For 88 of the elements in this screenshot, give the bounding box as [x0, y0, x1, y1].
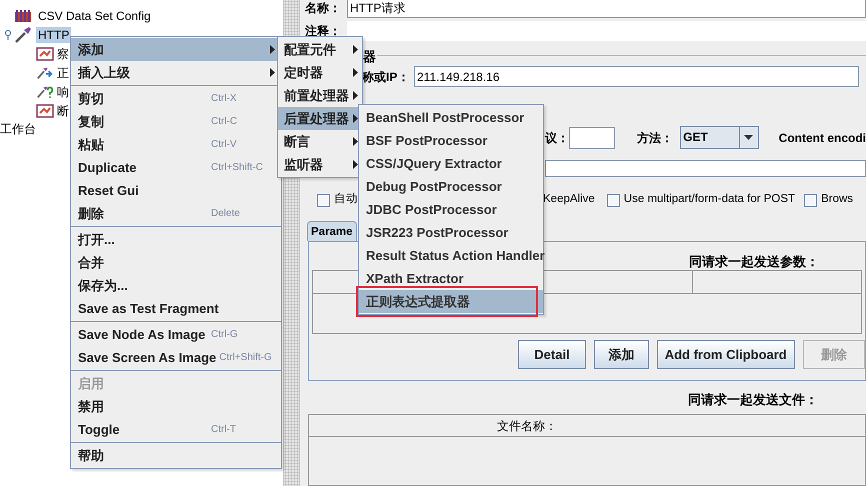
- menu-item[interactable]: Save Screen As Image Ctrl+Shift-G: [71, 346, 281, 369]
- tree-item[interactable]: HTTP: [36, 27, 72, 43]
- method-dropdown[interactable]: GET: [680, 126, 759, 149]
- shortcut-label: Ctrl+Shift-C: [211, 161, 263, 175]
- submenu-arrow-icon: [353, 91, 358, 100]
- checkbox[interactable]: [804, 194, 818, 206]
- name-field[interactable]: HTTP请求: [347, 0, 866, 18]
- button: 删除: [802, 340, 865, 369]
- menu-item[interactable]: 保存为...: [71, 274, 281, 297]
- chart-icon: [36, 104, 54, 118]
- comment-field[interactable]: [347, 21, 866, 41]
- menu-item[interactable]: 粘贴 Ctrl-V: [71, 133, 281, 156]
- menu-item[interactable]: 断言: [278, 130, 362, 153]
- path-field[interactable]: [545, 160, 866, 177]
- menu-item[interactable]: CSS/JQuery Extractor: [359, 152, 543, 175]
- checkbox-label: KeepAlive: [543, 192, 595, 208]
- submenu-arrow-icon: [353, 45, 358, 54]
- menu-item[interactable]: 删除 Delete: [71, 202, 281, 225]
- checkbox-label: 自动: [334, 192, 358, 208]
- menu-item[interactable]: 复制 Ctrl-C: [71, 110, 281, 133]
- expander-icon[interactable]: [3, 30, 13, 40]
- menu-item[interactable]: BeanShell PostProcessor: [359, 106, 543, 129]
- menu-item[interactable]: 定时器: [278, 61, 362, 84]
- shortcut-label: Delete: [211, 207, 240, 221]
- menu-item[interactable]: 正则表达式提取器: [359, 290, 543, 313]
- shortcut-label: Ctrl-T: [211, 423, 236, 437]
- section-title: 同请求一起发送文件：: [688, 392, 818, 407]
- menu-item[interactable]: Toggle Ctrl-T: [71, 418, 281, 441]
- pipette-icon: [14, 26, 32, 44]
- checkbox[interactable]: [606, 194, 620, 206]
- menu-item[interactable]: 禁用: [71, 395, 281, 418]
- field-label: 方法：: [637, 130, 674, 146]
- shortcut-label: Ctrl-X: [211, 92, 237, 106]
- menu-item[interactable]: Reset Gui: [71, 179, 281, 202]
- button[interactable]: 添加: [594, 340, 649, 369]
- submenu-arrow-icon: [270, 68, 275, 77]
- menu-item[interactable]: 打开...: [71, 228, 281, 251]
- field-label: 注释：: [304, 23, 342, 40]
- menu-item: 启用: [77, 374, 105, 393]
- tree-item[interactable]: 工作台: [0, 121, 36, 137]
- button[interactable]: Add from Clipboard: [656, 340, 795, 369]
- menu-item[interactable]: 剪切 Ctrl-X: [71, 87, 281, 110]
- field-label: 名称：: [304, 0, 342, 17]
- submenu-arrow-icon: [353, 137, 358, 146]
- submenu-arrow-icon: [270, 45, 275, 54]
- submenu-arrow-icon: [353, 68, 358, 77]
- host-field[interactable]: 211.149.218.16: [414, 66, 859, 87]
- menu-item[interactable]: 插入上级: [71, 61, 281, 84]
- menu-item[interactable]: 帮助: [71, 444, 281, 467]
- shortcut-label: Ctrl+Shift-G: [219, 351, 272, 365]
- tree-item[interactable]: 察: [56, 46, 70, 62]
- menu-item[interactable]: 合并: [71, 251, 281, 274]
- section-title: 同请求一起发送参数：: [689, 254, 819, 269]
- field-label: 称或IP：: [362, 68, 410, 86]
- submenu-arrow-icon: [353, 114, 358, 123]
- menu-item[interactable]: 前置处理器: [278, 84, 362, 107]
- submenu-arrow-icon: [353, 160, 358, 169]
- menu-item[interactable]: Save Node As Image Ctrl-G: [71, 323, 281, 346]
- menu-item[interactable]: Duplicate Ctrl+Shift-C: [71, 156, 281, 179]
- question-icon: [36, 84, 54, 100]
- menu-item[interactable]: BSF PostProcessor: [359, 129, 543, 152]
- menu-item[interactable]: JSR223 PostProcessor: [359, 221, 543, 244]
- menu-item[interactable]: XPath Extractor: [359, 267, 543, 290]
- button[interactable]: Detail: [518, 340, 586, 369]
- menu-item[interactable]: JDBC PostProcessor: [359, 198, 543, 221]
- menu-item[interactable]: 配置元件: [278, 38, 362, 61]
- shortcut-label: Ctrl-C: [211, 115, 238, 129]
- menu-item[interactable]: 监听器: [278, 153, 362, 176]
- bars-icon: [14, 8, 32, 24]
- tab[interactable]: Parame: [307, 221, 357, 241]
- field-label: Content encodi: [778, 130, 866, 146]
- checkbox-label: Brows: [821, 192, 854, 208]
- tree-item[interactable]: 响: [56, 84, 70, 100]
- menu-item[interactable]: Save as Test Fragment: [71, 297, 281, 320]
- checkbox-label: Use multipart/form-data for POST: [624, 192, 796, 208]
- menu-item[interactable]: Debug PostProcessor: [359, 175, 543, 198]
- checkbox[interactable]: [317, 194, 330, 206]
- pipette-arrow-icon: [36, 65, 54, 81]
- shortcut-label: Ctrl-G: [211, 328, 238, 342]
- shortcut-label: Ctrl-V: [211, 138, 237, 152]
- menu-item[interactable]: Result Status Action Handler: [359, 244, 543, 267]
- tree-item[interactable]: 断: [56, 103, 70, 119]
- chart-icon: [36, 47, 54, 61]
- field-label: 议：: [545, 130, 569, 146]
- tree-item[interactable]: CSV Data Set Config: [36, 8, 153, 24]
- column-header: 文件名称：: [497, 418, 557, 434]
- protocol-field[interactable]: [569, 126, 615, 148]
- tree-item[interactable]: 正: [56, 65, 70, 81]
